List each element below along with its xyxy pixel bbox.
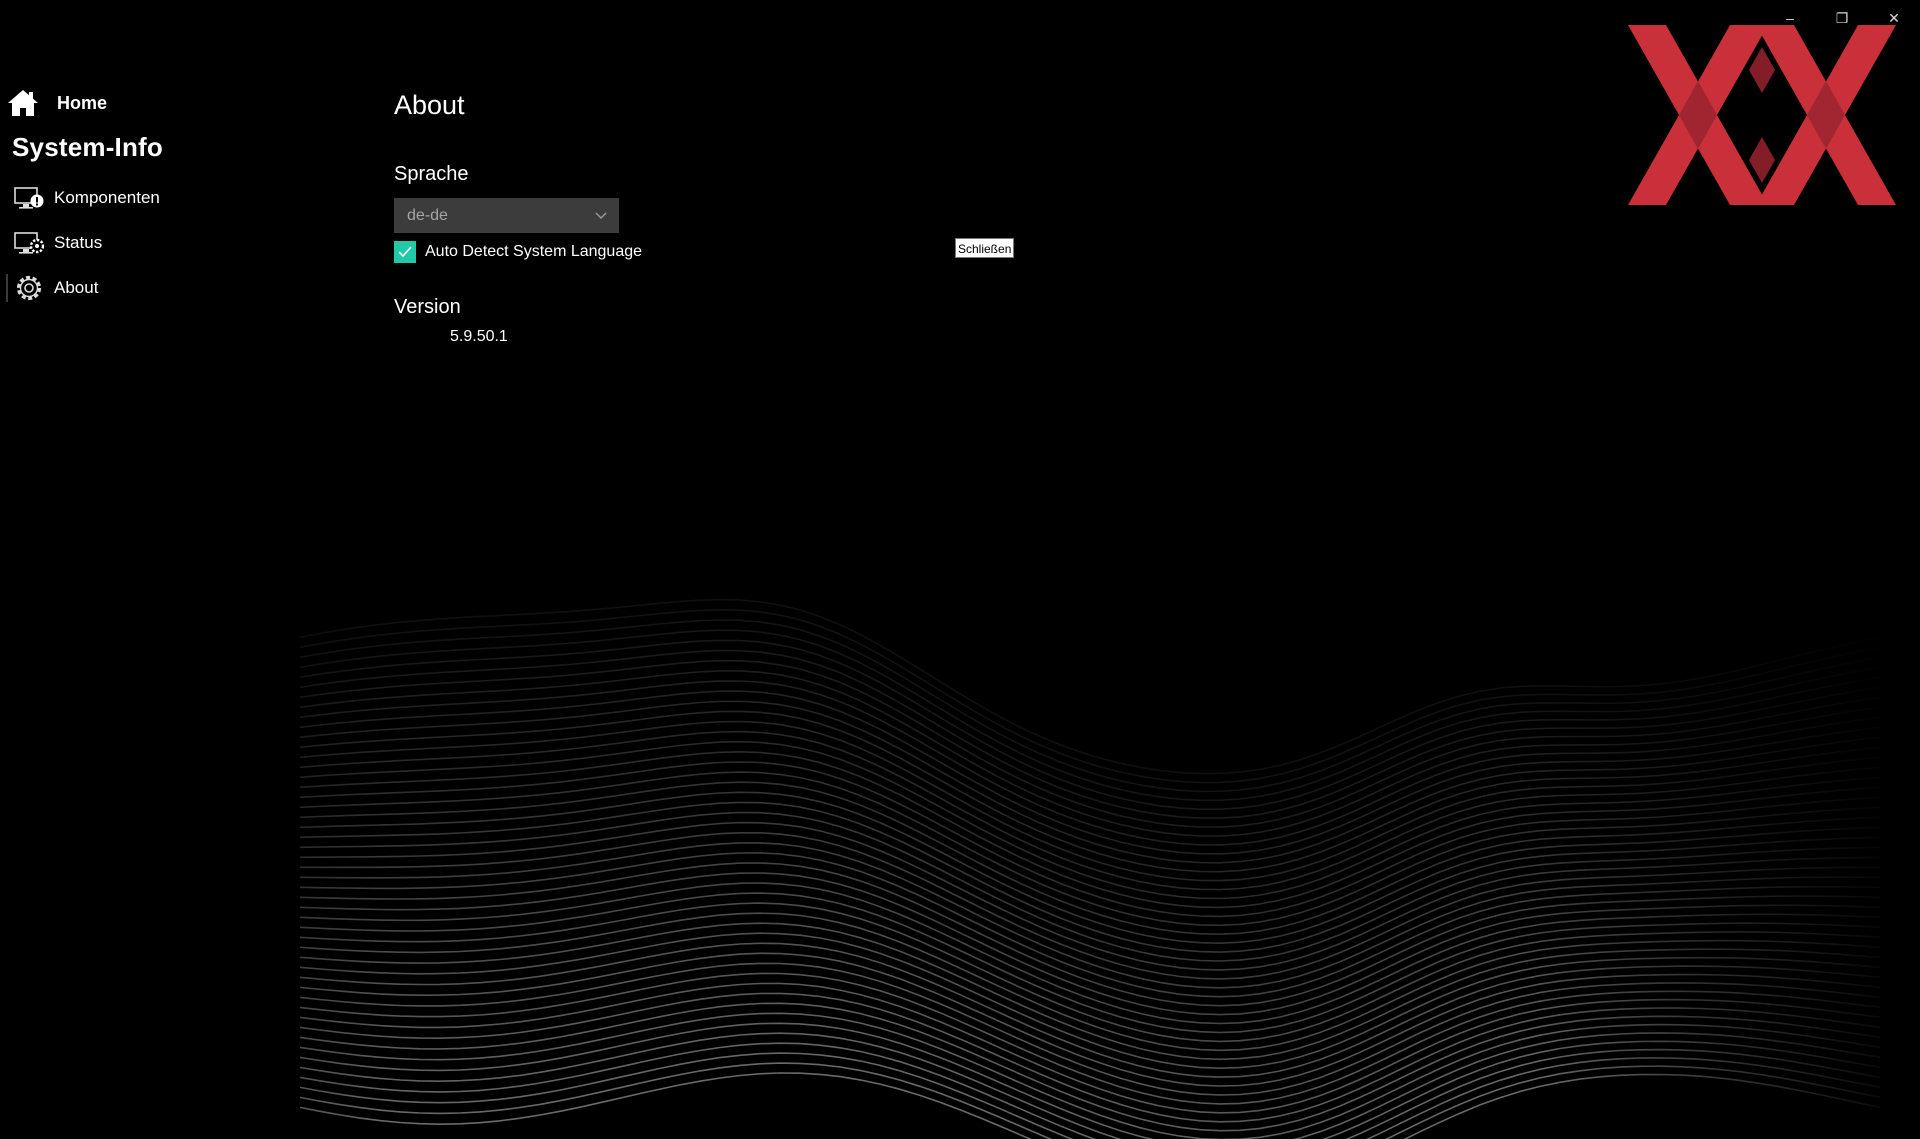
sidebar-item-label: About — [54, 278, 99, 297]
sidebar-item-home[interactable]: Home — [6, 86, 107, 120]
language-section-label: Sprache — [394, 163, 469, 185]
sidebar-item-label: Home — [57, 92, 108, 113]
language-dropdown[interactable]: de-de — [394, 198, 619, 233]
sidebar-section-title: System-Info — [12, 132, 164, 162]
checkmark-icon — [398, 246, 412, 258]
monitor-gear-icon — [14, 228, 44, 258]
sidebar-item-label: Status — [54, 233, 103, 252]
sidebar-item-label: Komponenten — [54, 188, 160, 207]
version-section-label: Version — [394, 296, 461, 318]
sidebar: Home System-Info Komponenten Status Abou… — [0, 0, 360, 1139]
restore-button[interactable]: ❐ — [1816, 0, 1868, 36]
brand-logo — [1628, 25, 1896, 205]
monitor-info-icon — [14, 183, 44, 213]
close-button[interactable]: Schließen — [955, 238, 1015, 258]
minimize-button[interactable]: – — [1764, 0, 1816, 36]
auto-detect-label: Auto Detect System Language — [425, 243, 643, 260]
sidebar-item-status[interactable]: Status — [14, 226, 102, 260]
gear-icon — [14, 273, 44, 303]
window-controls: – ❐ ✕ — [1764, 0, 1920, 36]
selection-indicator — [6, 274, 8, 302]
version-value: 5.9.50.1 — [450, 328, 508, 345]
home-icon — [6, 88, 40, 118]
app-window: – ❐ ✕ Home System-Info Komponenten Statu… — [0, 0, 1920, 1139]
chevron-down-icon — [595, 212, 607, 219]
close-window-button[interactable]: ✕ — [1868, 0, 1920, 36]
language-dropdown-value: de-de — [407, 206, 448, 224]
auto-detect-row: Auto Detect System Language — [394, 241, 642, 263]
auto-detect-checkbox[interactable] — [394, 241, 416, 263]
page-title: About — [394, 90, 465, 120]
sidebar-item-komponenten[interactable]: Komponenten — [14, 181, 160, 215]
sidebar-item-about[interactable]: About — [14, 271, 98, 305]
